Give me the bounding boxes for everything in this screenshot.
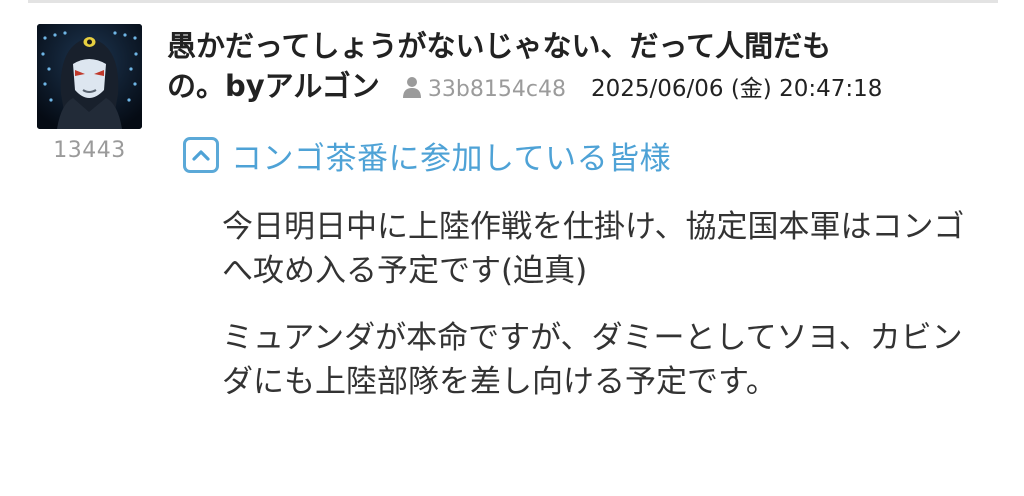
chevron-up-icon[interactable] (183, 137, 219, 173)
post-item: 13443 愚かだってしょうがないじゃない、だって人間だも の。byアルゴン 3… (0, 0, 1024, 496)
post-paragraph: ミュアンダが本命ですが、ダミーとしてソヨ、カビンダにも上陸部隊を差し向ける予定で… (222, 320, 963, 400)
post-title: 愚かだってしょうがないじゃない、だって人間だも の。byアルゴン 33b8154… (167, 26, 967, 110)
title-line-1: 愚かだってしょうがないじゃない、だって人間だも (167, 29, 832, 63)
poster-hash-meta[interactable]: 33b8154c48 (402, 77, 573, 102)
avatar-image (37, 24, 142, 129)
post-paragraph: 今日明日中に上陸作戦を仕掛け、協定国本軍はコンゴへ攻め入る予定です(迫真) (222, 209, 965, 289)
title-line-2-row: の。byアルゴン 33b8154c48 2025/06/06 (金) 20:47… (167, 66, 967, 110)
user-id: 13443 (53, 138, 126, 163)
title-line-2: の。byアルゴン (167, 69, 380, 103)
category-link[interactable]: コンゴ茶番に参加している皆様 (183, 133, 671, 177)
avatar[interactable] (37, 24, 142, 129)
category-label[interactable]: コンゴ茶番に参加している皆様 (231, 133, 671, 178)
poster-hash: 33b8154c48 (427, 77, 566, 102)
post-body: 今日明日中に上陸作戦を仕掛け、協定国本軍はコンゴへ攻め入る予定です(迫真) ミュ… (222, 205, 982, 427)
post-date: 2025/06/06 (金) 20:47:18 (590, 76, 883, 102)
person-icon (402, 77, 421, 98)
